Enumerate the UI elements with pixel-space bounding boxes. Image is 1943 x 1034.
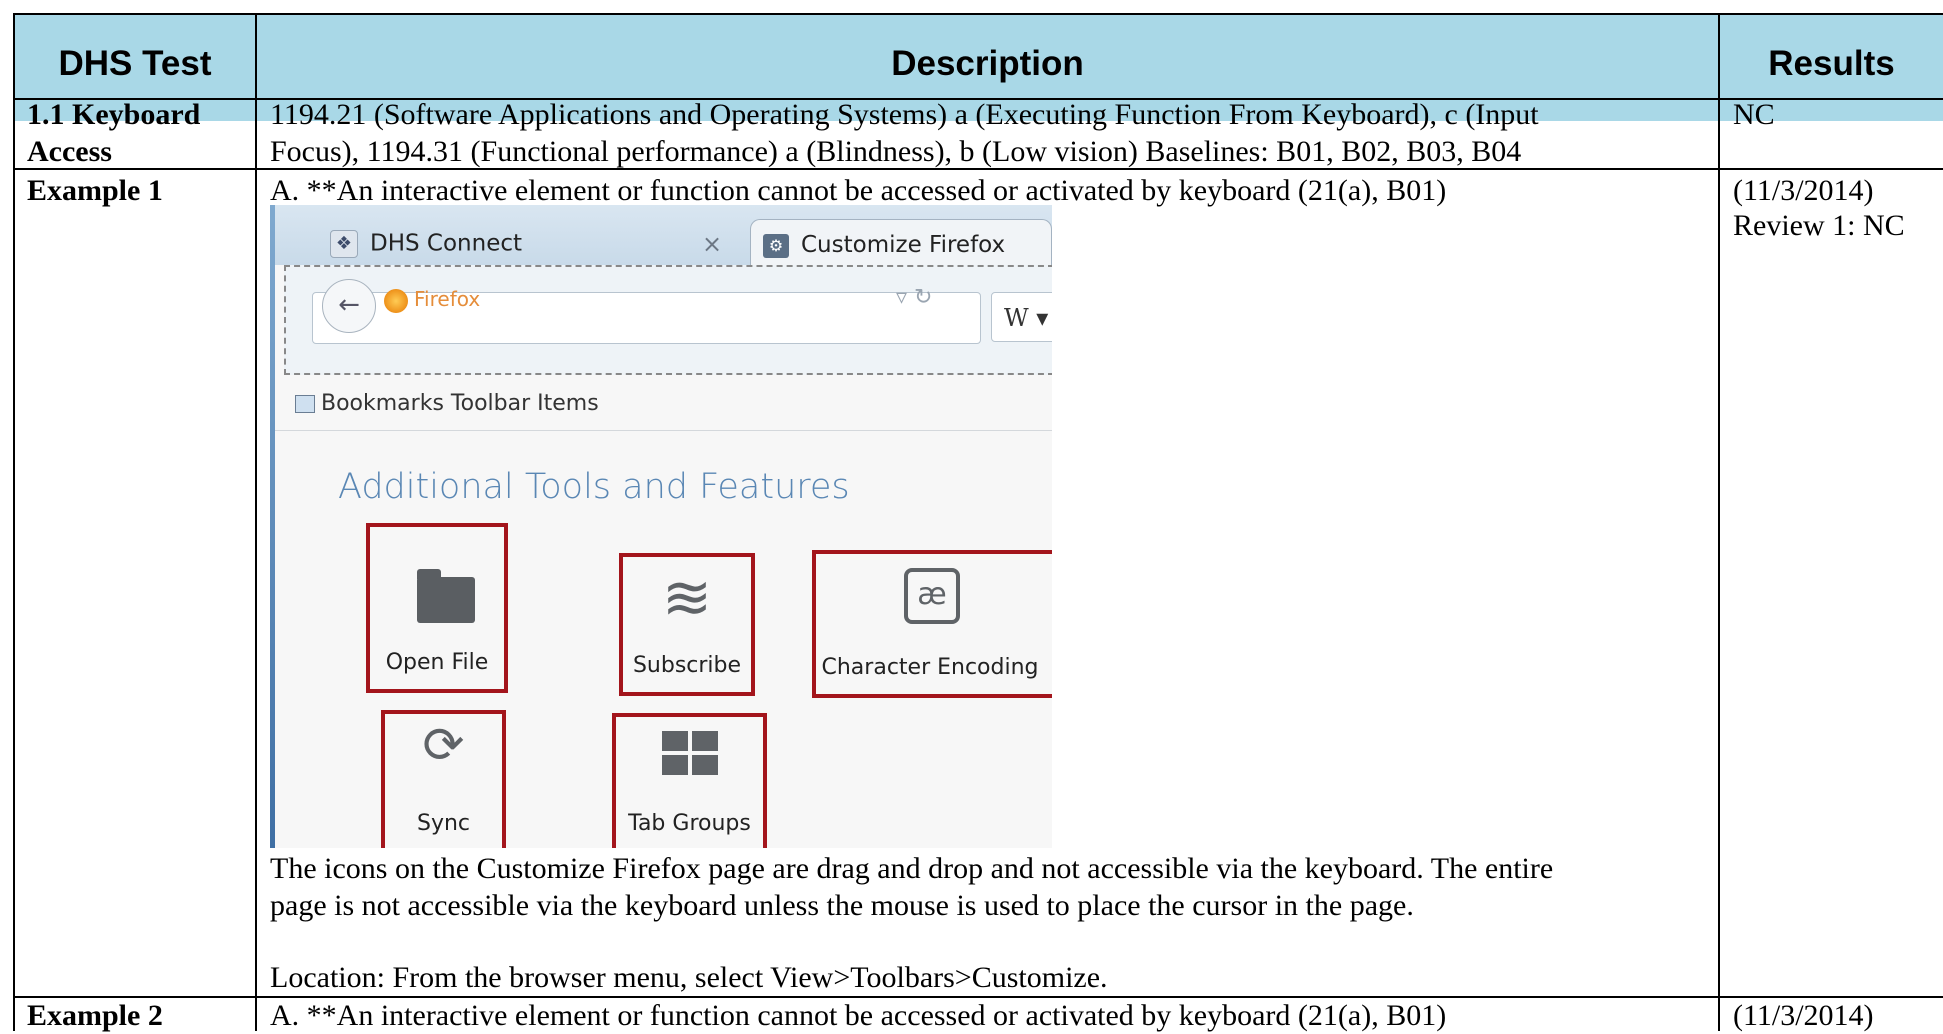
grid-line xyxy=(1718,13,1720,1031)
back-arrow-icon: ← xyxy=(322,279,376,333)
row-description-line1: 1194.21 (Software Applications and Opera… xyxy=(270,98,1539,131)
customize-firefox-screenshot: ❖ DHS Connect × ⚙ Customize Firefox ← Fir… xyxy=(270,205,1052,848)
example-1-label: Example 1 xyxy=(27,174,163,207)
navigation-toolbar: ← Firefox ▿ ↻ W ▾ xyxy=(284,265,1052,375)
close-icon: × xyxy=(702,230,723,258)
reload-icon: ▿ ↻ xyxy=(896,285,933,310)
example-1-heading: A. **An interactive element or function … xyxy=(270,174,1447,207)
window-frame xyxy=(270,205,275,848)
row-result: NC xyxy=(1733,98,1775,131)
tool-sync: ⟳ Sync xyxy=(381,710,506,848)
rss-icon: ≋ xyxy=(661,563,713,633)
section-title: Additional Tools and Features xyxy=(338,467,850,507)
bookmarks-label: Bookmarks Toolbar Items xyxy=(321,391,599,416)
tool-label: Open File xyxy=(385,650,489,675)
tool-tab-groups: Tab Groups xyxy=(612,713,767,848)
firefox-icon xyxy=(384,289,408,313)
example-1-caption-line1: The icons on the Customize Firefox page … xyxy=(270,852,1554,885)
dhs-shield-icon: ❖ xyxy=(330,230,358,258)
tool-label: Sync xyxy=(416,811,471,836)
header-dhs-test: DHS Test xyxy=(58,44,212,83)
tool-label: Subscribe xyxy=(632,653,742,678)
row-description-line2: Focus), 1194.31 (Functional performance)… xyxy=(270,135,1522,168)
example-2-result-date: (11/3/2014) xyxy=(1733,999,1874,1032)
tab-groups-icon-part xyxy=(662,755,688,775)
search-engine-button: W ▾ xyxy=(991,292,1052,342)
header-description: Description xyxy=(891,44,1084,83)
example-1-caption-line2: page is not accessible via the keyboard … xyxy=(270,889,1414,922)
tab-dhs-connect: ❖ DHS Connect xyxy=(330,230,522,258)
bookmark-icon xyxy=(295,395,315,413)
search-engine-label: W xyxy=(1004,304,1029,332)
example-2-label: Example 2 xyxy=(27,999,163,1032)
example-2-heading: A. **An interactive element or function … xyxy=(270,999,1447,1032)
grid-line xyxy=(13,13,1943,15)
tab-groups-icon-part xyxy=(692,755,718,775)
folder-icon xyxy=(417,569,475,623)
tab-customize-firefox: ⚙ Customize Firefox xyxy=(750,219,1052,270)
tool-subscribe: ≋ Subscribe xyxy=(619,553,755,696)
sync-icon: ⟳ xyxy=(422,716,465,774)
grid-line xyxy=(13,13,15,1031)
example-1-result-review: Review 1: NC xyxy=(1733,209,1905,242)
tab-dhs-connect-label: DHS Connect xyxy=(370,230,523,257)
tab-groups-icon xyxy=(662,731,688,751)
tool-open-file: Open File xyxy=(366,523,508,693)
example-1-location: Location: From the browser menu, select … xyxy=(270,961,1108,994)
grid-line xyxy=(255,13,257,1031)
row-test-keyboard-access-line1: 1.1 Keyboard xyxy=(27,98,201,131)
url-text: Firefox xyxy=(414,287,481,311)
ae-icon: æ xyxy=(904,568,960,624)
row-test-keyboard-access-line2: Access xyxy=(27,135,112,168)
example-1-result-date: (11/3/2014) xyxy=(1733,174,1874,207)
divider xyxy=(275,430,1052,431)
tool-label: Character Encoding xyxy=(821,655,1039,680)
bookmarks-toolbar: Bookmarks Toolbar Items xyxy=(295,391,599,416)
url-bar xyxy=(312,292,981,344)
tab-customize-firefox-label: Customize Firefox xyxy=(801,232,1006,258)
tool-label: Tab Groups xyxy=(628,811,751,836)
tab-groups-icon-part xyxy=(692,731,718,751)
tool-character-encoding: æ Character Encoding xyxy=(812,550,1052,698)
header-results: Results xyxy=(1768,44,1895,83)
gear-icon: ⚙ xyxy=(763,234,789,258)
